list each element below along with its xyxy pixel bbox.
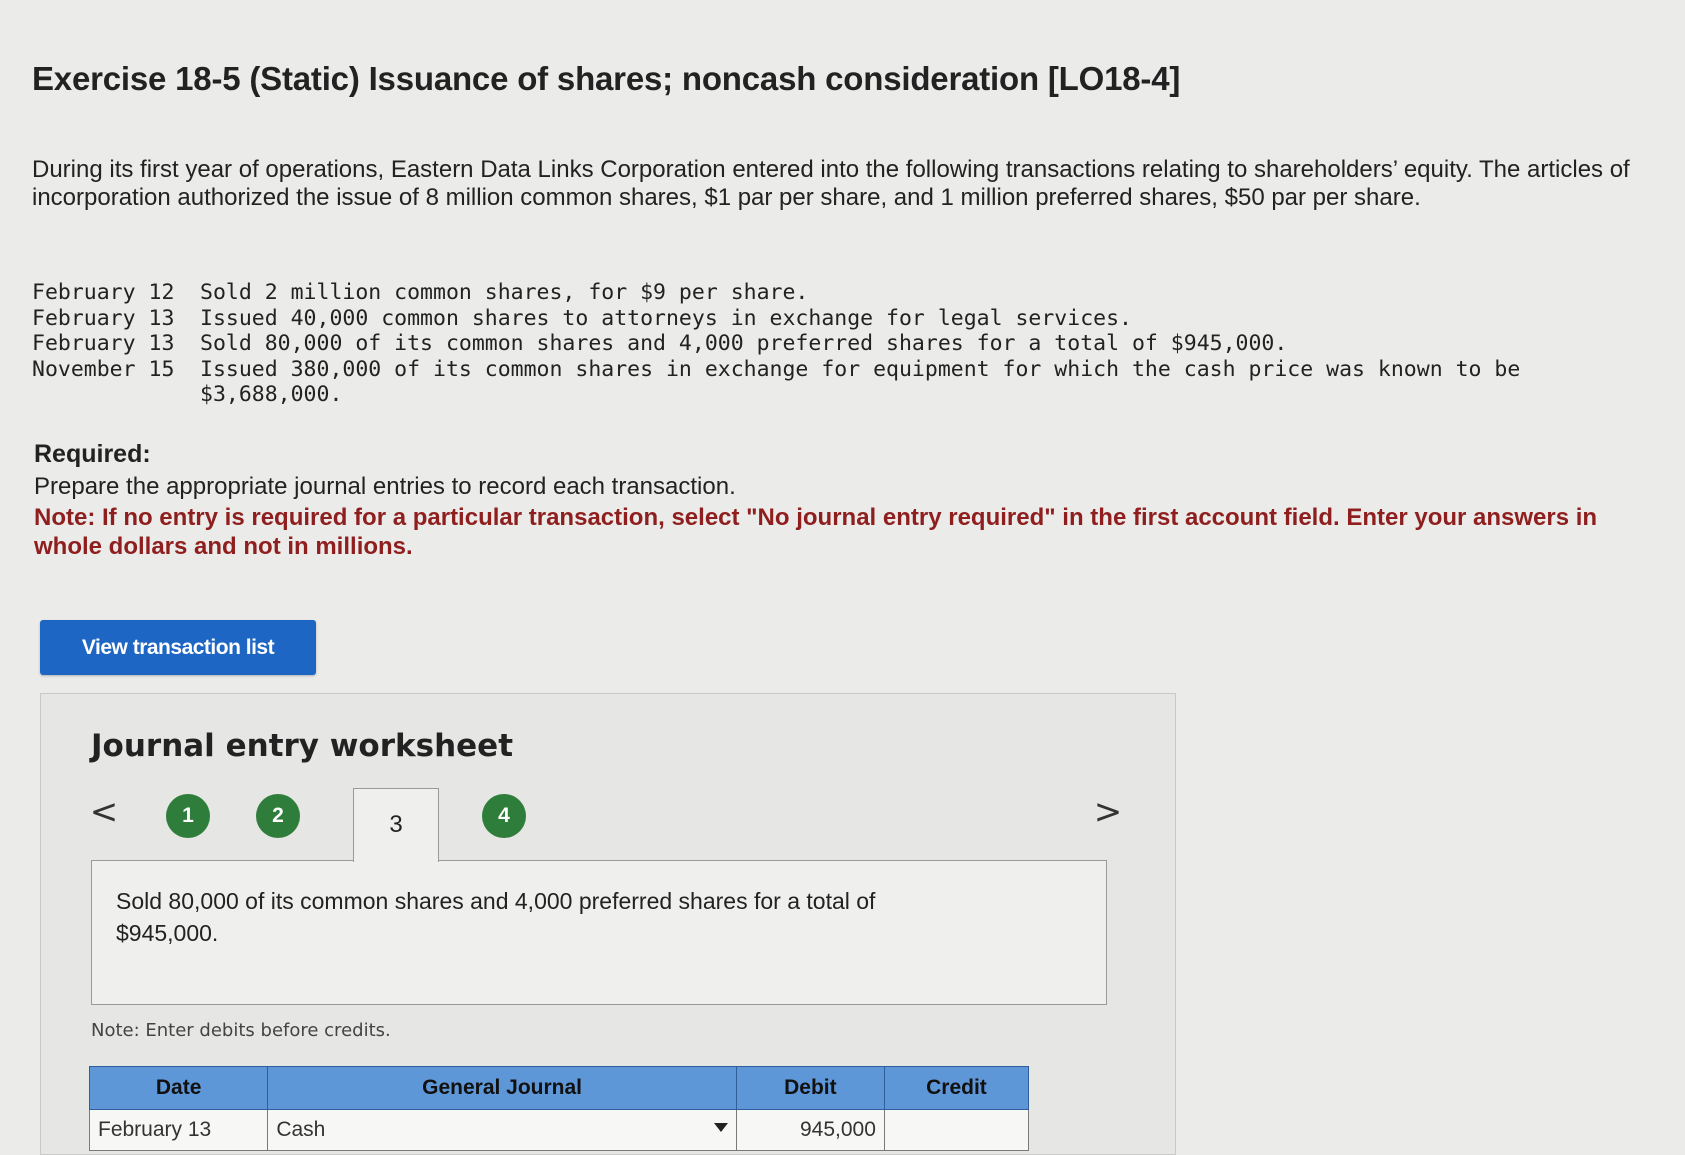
transaction-row: February 12 Sold 2 million common shares… [32,280,1632,306]
page: Exercise 18-5 (Static) Issuance of share… [0,0,1685,1155]
transaction-text: Sold 80,000 of its common shares and 4,0… [200,331,1288,356]
entry-date-cell[interactable]: February 13 [88,1109,269,1151]
debits-note: Note: Enter debits before credits. [91,1020,391,1041]
journal-entry-table: Date General Journal Debit Credit Februa… [88,1066,1030,1151]
step-label: 2 [272,804,284,827]
step-4-button[interactable]: 4 [482,794,526,838]
transaction-text: Issued 380,000 of its common shares in e… [200,356,1521,408]
table-row: February 13 Cash 945,000 [88,1109,1030,1151]
journal-entry-worksheet: Journal entry worksheet < 1 2 3 4 > Sold… [40,693,1176,1155]
column-header-debit: Debit [735,1066,885,1110]
step-label: 4 [498,804,510,827]
required-text: Prepare the appropriate journal entries … [34,473,736,500]
chevron-right-icon[interactable]: > [1093,792,1123,832]
debit-input[interactable]: 945,000 [735,1109,885,1151]
required-label: Required: [34,440,151,468]
step-label: 1 [182,804,194,827]
credit-input[interactable] [883,1109,1030,1151]
transaction-text: Issued 40,000 common shares to attorneys… [200,305,1132,331]
table-header-row: Date General Journal Debit Credit [88,1066,1030,1110]
transaction-date: February 13 [32,305,175,331]
view-transaction-list-button[interactable]: View transaction list [40,620,316,675]
transaction-text: Sold 2 million common shares, for $9 per… [200,280,809,305]
account-value: Cash [276,1118,326,1141]
transaction-date: November 15 [32,356,175,382]
step-1-button[interactable]: 1 [166,794,210,838]
step-label: 3 [389,811,403,838]
chevron-left-icon[interactable]: < [89,792,119,832]
column-header-date: Date [88,1066,269,1110]
transaction-date: February 13 [32,331,175,356]
account-select[interactable]: Cash [267,1109,737,1151]
transaction-row: February 13 Sold 80,000 of its common sh… [32,331,1632,357]
worksheet-title: Journal entry worksheet [91,728,514,764]
column-header-credit: Credit [883,1066,1030,1110]
required-note: Note: If no entry is required for a part… [34,504,1598,560]
transaction-description: Sold 80,000 of its common shares and 4,0… [116,888,876,946]
step-3-tab-active[interactable]: 3 [353,788,439,862]
step-2-button[interactable]: 2 [256,794,300,838]
transaction-row: February 13 Issued 40,000 common shares … [32,306,1632,332]
intro-paragraph: During its first year of operations, Eas… [32,156,1630,211]
dropdown-arrow-icon[interactable] [713,1123,728,1132]
transaction-row: November 15 Issued 380,000 of its common… [32,357,1632,408]
column-header-general-journal: General Journal [267,1066,737,1110]
transaction-list: February 12 Sold 2 million common shares… [32,280,1632,408]
transaction-date: February 12 [32,280,175,305]
exercise-title: Exercise 18-5 (Static) Issuance of share… [32,60,1181,97]
transaction-description-box: Sold 80,000 of its common shares and 4,0… [91,860,1107,1005]
